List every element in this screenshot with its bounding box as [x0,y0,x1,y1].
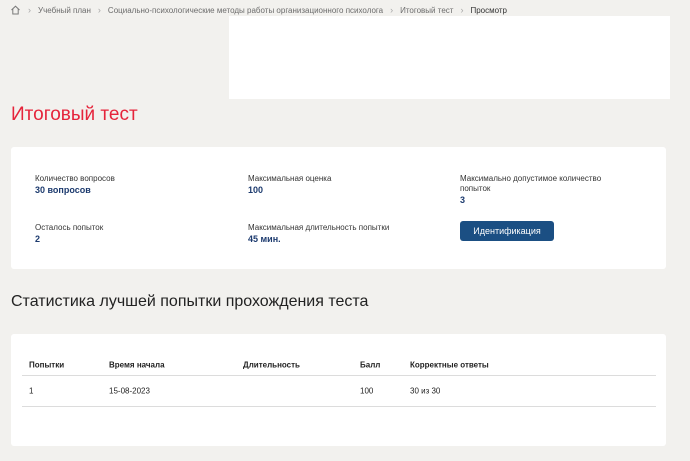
attempts-left: Осталось попыток 2 [35,223,215,244]
chevron-right-icon: › [460,5,464,15]
column-header-duration: Длительность [243,360,300,370]
max-attempts: Максимально допустимое количество попыто… [460,174,630,205]
column-header-attempts: Попытки [29,360,65,370]
stats-table: Попытки Время начала Длительность Балл К… [22,355,656,407]
max-duration-label: Максимальная длительность попытки [248,223,390,232]
breadcrumb-item-course[interactable]: Социально-психологические методы работы … [108,6,383,15]
table-header-row: Попытки Время начала Длительность Балл К… [22,355,656,376]
chevron-right-icon: › [97,5,101,15]
cell-attempt: 1 [29,386,34,396]
stats-card: Попытки Время начала Длительность Балл К… [11,334,666,446]
max-duration: Максимальная длительность попытки 45 мин… [248,223,438,244]
max-score: Максимальная оценка 100 [248,174,428,195]
max-score-label: Максимальная оценка [248,174,332,183]
questions-count-value: 30 вопросов [35,185,91,195]
breadcrumb-item-test[interactable]: Итоговый тест [400,6,453,15]
attempts-left-value: 2 [35,234,41,244]
questions-count-label: Количество вопросов [35,174,115,183]
breadcrumb: › Учебный план › Социально-психологическ… [10,4,507,16]
cell-correct: 30 из 30 [410,386,441,396]
breadcrumb-item-plan[interactable]: Учебный план [38,6,91,15]
max-attempts-value: 3 [460,195,466,205]
column-header-correct: Корректные ответы [410,360,489,370]
questions-count: Количество вопросов 30 вопросов [35,174,215,195]
table-row: 1 15-08-2023 100 30 из 30 [22,376,656,407]
chevron-right-icon: › [28,5,31,15]
max-duration-value: 45 мин. [248,234,281,244]
home-icon[interactable] [10,5,21,15]
column-header-start-time: Время начала [109,360,165,370]
column-header-score: Балл [360,360,381,370]
cell-start-time: 15-08-2023 [109,386,150,396]
max-score-value: 100 [248,185,264,195]
banner-area [229,16,670,99]
attempts-left-label: Осталось попыток [35,223,104,232]
chevron-right-icon: › [390,5,394,15]
identification-button[interactable]: Идентификация [460,221,554,241]
test-info-card: Количество вопросов 30 вопросов Максимал… [11,147,666,269]
breadcrumb-item-current: Просмотр [470,5,507,15]
page-title: Итоговый тест [11,104,138,125]
stats-title: Статистика лучшей попытки прохождения те… [11,293,369,310]
cell-score: 100 [360,386,374,396]
max-attempts-label: Максимально допустимое количество попыто… [460,174,602,193]
